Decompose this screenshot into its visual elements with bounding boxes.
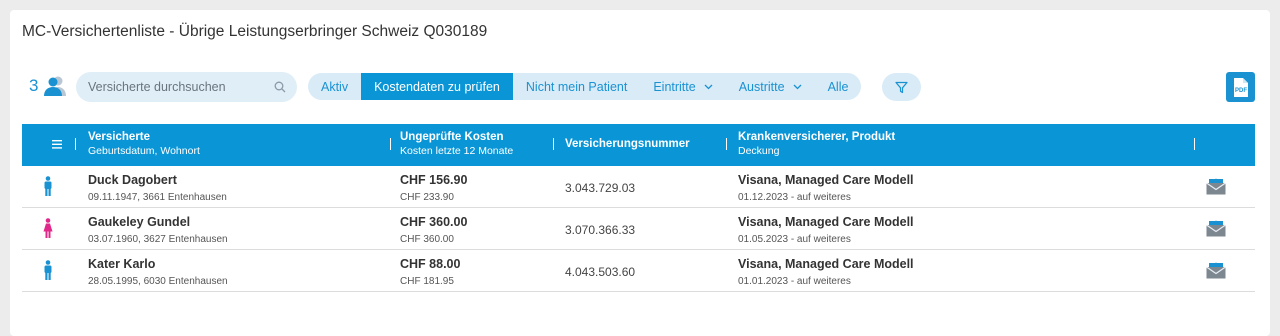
cost-cell: CHF 88.00 CHF 181.95 bbox=[400, 256, 460, 289]
users-icon bbox=[44, 76, 66, 96]
female-person-icon bbox=[43, 218, 53, 238]
header-unchecked-costs[interactable]: Ungeprüfte Kosten Kosten letzte 12 Monat… bbox=[400, 130, 513, 159]
column-separator bbox=[1194, 138, 1195, 150]
male-person-icon bbox=[44, 176, 52, 196]
column-separator bbox=[390, 138, 391, 150]
insurer-product: Visana, Managed Care Modell bbox=[738, 257, 914, 271]
search-box[interactable] bbox=[76, 72, 297, 102]
insured-birth-place: 28.05.1995, 6030 Entenhausen bbox=[88, 276, 228, 287]
insurance-number: 3.070.366.33 bbox=[565, 223, 636, 237]
pdf-icon bbox=[1234, 78, 1248, 97]
pdf-export-button[interactable]: PDF bbox=[1226, 72, 1255, 102]
pdf-label: PDF bbox=[1235, 88, 1247, 94]
coverage: 01.05.2023 - auf weiteres bbox=[738, 234, 851, 245]
insured-name[interactable]: Gaukeley Gundel bbox=[88, 214, 228, 230]
coverage: 01.01.2023 - auf weiteres bbox=[738, 276, 851, 287]
main-card: MC-Versichertenliste - Übrige Leistungse… bbox=[10, 10, 1270, 336]
filter-nicht-mein-patient[interactable]: Nicht mein Patient bbox=[513, 73, 640, 100]
filter-segmented-control: Aktiv Kostendaten zu prüfen Nicht mein P… bbox=[308, 73, 862, 100]
cost-cell: CHF 156.90 CHF 233.90 bbox=[400, 172, 467, 205]
page-title: MC-Versichertenliste - Übrige Leistungse… bbox=[22, 23, 488, 40]
filter-eintritte[interactable]: Eintritte bbox=[640, 73, 725, 100]
header-insured[interactable]: Versicherte Geburtsdatum, Wohnort bbox=[88, 130, 200, 159]
result-count: 3 bbox=[29, 76, 39, 95]
column-separator bbox=[553, 138, 554, 150]
unchecked-cost: CHF 156.90 bbox=[400, 173, 468, 187]
header-insurer[interactable]: Krankenversicherer, Produkt Deckung bbox=[738, 130, 895, 159]
insurer-cell: Visana, Managed Care Modell 01.05.2023 -… bbox=[738, 214, 914, 247]
unchecked-cost: CHF 360.00 bbox=[400, 215, 468, 229]
header-insurance-number[interactable]: Versicherungsnummer bbox=[565, 137, 690, 151]
table-header: Versicherte Geburtsdatum, Wohnort Ungepr… bbox=[22, 124, 1255, 166]
menu-icon[interactable] bbox=[52, 140, 62, 149]
cost-12-months: CHF 233.90 bbox=[400, 192, 454, 203]
table-row[interactable]: Duck Dagobert 09.11.1947, 3661 Entenhaus… bbox=[22, 166, 1255, 208]
unchecked-cost: CHF 88.00 bbox=[400, 257, 461, 271]
filter-alle[interactable]: Alle bbox=[815, 73, 862, 100]
column-separator bbox=[75, 138, 76, 150]
cost-12-months: CHF 360.00 bbox=[400, 234, 454, 245]
insured-name[interactable]: Kater Karlo bbox=[88, 256, 228, 272]
filter-austritte[interactable]: Austritte bbox=[726, 73, 815, 100]
column-separator bbox=[726, 138, 727, 150]
insured-name[interactable]: Duck Dagobert bbox=[88, 172, 227, 188]
insured-birth-place: 09.11.1947, 3661 Entenhausen bbox=[88, 192, 227, 203]
search-input[interactable] bbox=[88, 72, 268, 102]
coverage: 01.12.2023 - auf weiteres bbox=[738, 192, 851, 203]
table-row[interactable]: Kater Karlo 28.05.1995, 6030 Entenhausen… bbox=[22, 250, 1255, 292]
insurer-cell: Visana, Managed Care Modell 01.01.2023 -… bbox=[738, 256, 914, 289]
insurer-cell: Visana, Managed Care Modell 01.12.2023 -… bbox=[738, 172, 914, 205]
insured-birth-place: 03.07.1960, 3627 Entenhausen bbox=[88, 234, 228, 245]
insured-cell: Kater Karlo 28.05.1995, 6030 Entenhausen bbox=[88, 256, 228, 289]
insured-cell: Gaukeley Gundel 03.07.1960, 3627 Entenha… bbox=[88, 214, 228, 247]
chevron-down-icon bbox=[793, 84, 802, 89]
cost-cell: CHF 360.00 CHF 360.00 bbox=[400, 214, 467, 247]
insurance-number: 4.043.503.60 bbox=[565, 265, 636, 279]
filter-aktiv[interactable]: Aktiv bbox=[308, 73, 361, 100]
insurance-number: 3.043.729.03 bbox=[565, 181, 636, 195]
filter-button[interactable] bbox=[882, 73, 921, 101]
envelope-icon[interactable] bbox=[1206, 220, 1226, 237]
filter-kostendaten-zu-pruefen[interactable]: Kostendaten zu prüfen bbox=[361, 73, 513, 100]
male-person-icon bbox=[44, 260, 52, 280]
chevron-down-icon bbox=[704, 84, 713, 89]
insurer-product: Visana, Managed Care Modell bbox=[738, 215, 914, 229]
insured-cell: Duck Dagobert 09.11.1947, 3661 Entenhaus… bbox=[88, 172, 227, 205]
filter-icon bbox=[895, 81, 908, 93]
table-row[interactable]: Gaukeley Gundel 03.07.1960, 3627 Entenha… bbox=[22, 208, 1255, 250]
envelope-icon[interactable] bbox=[1206, 178, 1226, 195]
insurer-product: Visana, Managed Care Modell bbox=[738, 173, 914, 187]
search-icon[interactable] bbox=[274, 81, 286, 93]
cost-12-months: CHF 181.95 bbox=[400, 276, 454, 287]
envelope-icon[interactable] bbox=[1206, 262, 1226, 279]
